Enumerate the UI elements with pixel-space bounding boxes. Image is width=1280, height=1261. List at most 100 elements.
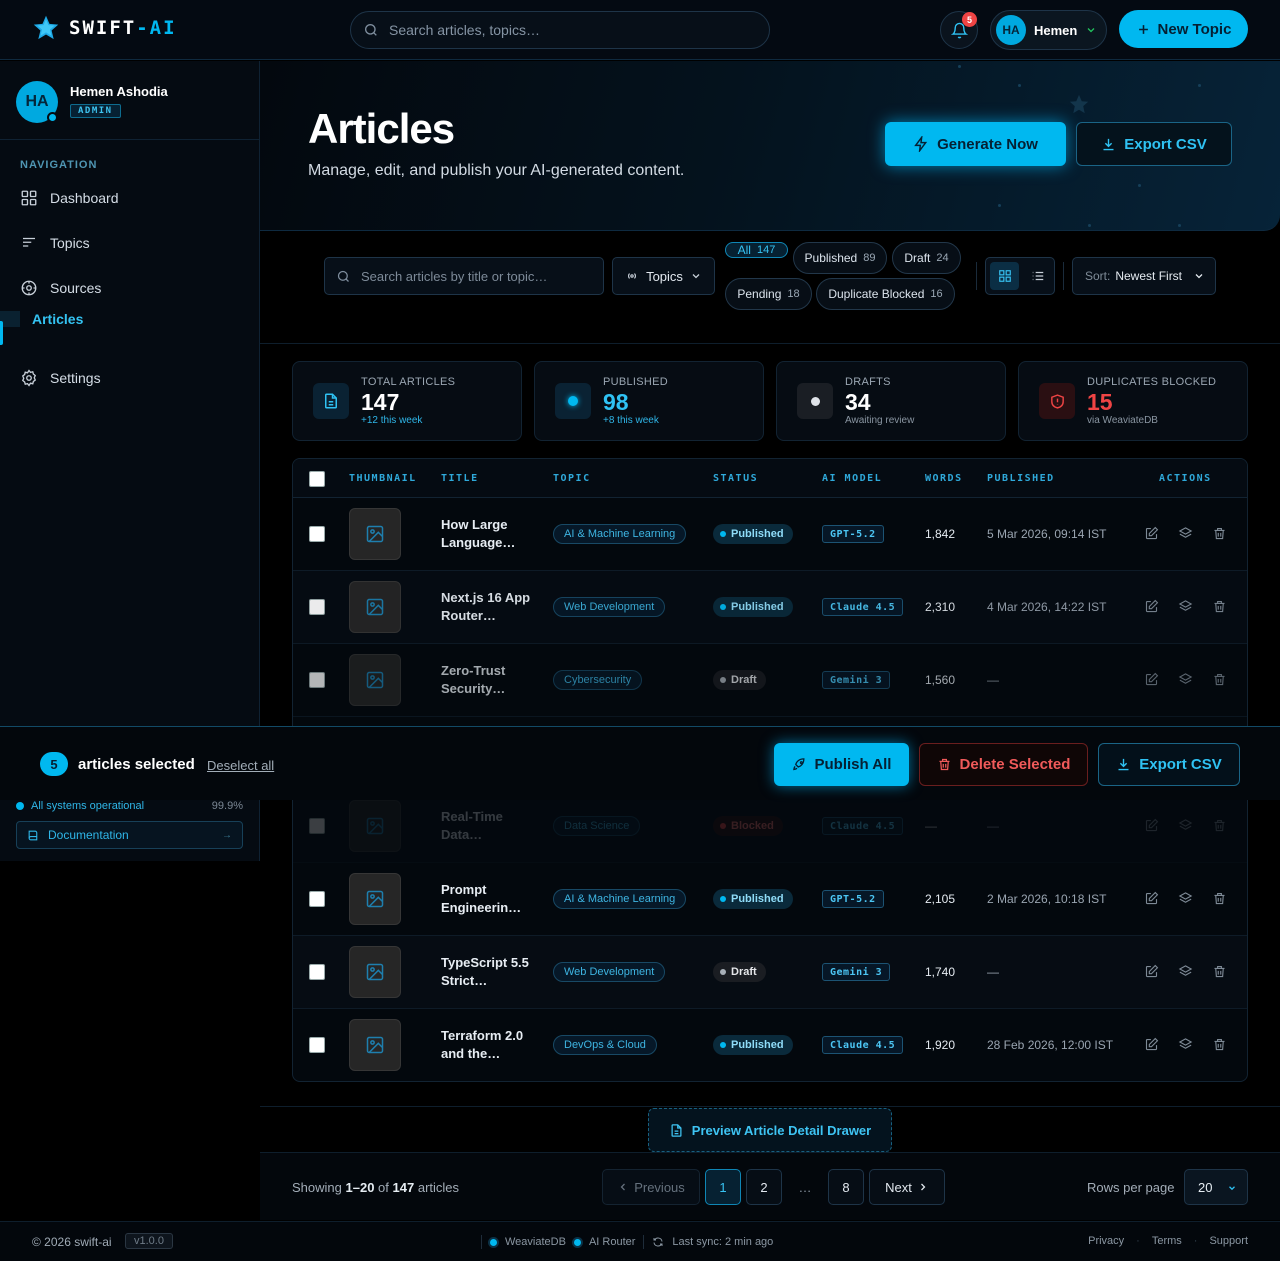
- table-row[interactable]: Real-Time Data… Data Science Blocked Claude…: [293, 790, 1247, 863]
- column-header[interactable]: WORDS: [925, 473, 963, 484]
- layers-icon[interactable]: [1178, 599, 1194, 615]
- article-search-input[interactable]: [361, 268, 601, 284]
- page-button[interactable]: 2: [746, 1169, 782, 1205]
- article-thumbnail[interactable]: [349, 654, 401, 706]
- article-title[interactable]: Zero-Trust Security…: [441, 662, 531, 698]
- export-csv-button[interactable]: Export CSV: [1076, 122, 1232, 166]
- layers-icon[interactable]: [1178, 526, 1194, 542]
- column-header[interactable]: TITLE: [441, 473, 479, 484]
- global-search[interactable]: [350, 11, 770, 49]
- user-menu[interactable]: HA Hemen: [990, 10, 1107, 50]
- deselect-all-link[interactable]: Deselect all: [207, 758, 274, 773]
- sidebar-item-dashboard[interactable]: Dashboard: [0, 176, 260, 220]
- filter-chip-published[interactable]: Published 89: [793, 242, 887, 274]
- layers-icon[interactable]: [1178, 964, 1194, 980]
- trash-icon[interactable]: [1212, 599, 1228, 615]
- article-thumbnail[interactable]: [349, 873, 401, 925]
- notifications-button[interactable]: 5: [940, 11, 978, 49]
- page-button[interactable]: 8: [828, 1169, 864, 1205]
- column-header[interactable]: TOPIC: [553, 473, 591, 484]
- trash-icon[interactable]: [1212, 964, 1228, 980]
- row-checkbox[interactable]: [309, 818, 325, 834]
- table-row[interactable]: Prompt Engineerin… AI & Machine Learning P…: [293, 863, 1247, 936]
- layers-icon[interactable]: [1178, 672, 1194, 688]
- filter-chip-duplicate-blocked[interactable]: Duplicate Blocked 16: [816, 278, 955, 310]
- trash-icon[interactable]: [1212, 526, 1228, 542]
- preview-drawer-button[interactable]: Preview Article Detail Drawer: [648, 1108, 892, 1152]
- article-thumbnail[interactable]: [349, 1019, 401, 1071]
- layers-icon[interactable]: [1178, 891, 1194, 907]
- trash-icon[interactable]: [1212, 891, 1228, 907]
- publish-all-button[interactable]: Publish All: [774, 743, 909, 786]
- generate-now-button[interactable]: Generate Now: [885, 122, 1066, 166]
- article-title[interactable]: Terraform 2.0 and the…: [441, 1027, 531, 1063]
- article-thumbnail[interactable]: [349, 946, 401, 998]
- layers-icon[interactable]: [1178, 818, 1194, 834]
- row-checkbox[interactable]: [309, 891, 325, 907]
- list-view-button[interactable]: [1023, 262, 1052, 290]
- table-row[interactable]: Zero-Trust Security… Cybersecurity Draft Ge…: [293, 644, 1247, 717]
- edit-icon[interactable]: [1144, 891, 1160, 907]
- grid-view-button[interactable]: [990, 262, 1019, 290]
- chevron-right-icon: [920, 1183, 926, 1191]
- global-search-input[interactable]: [389, 22, 749, 38]
- article-thumbnail[interactable]: [349, 581, 401, 633]
- row-checkbox[interactable]: [309, 964, 325, 980]
- filter-chip-draft[interactable]: Draft 24: [892, 242, 961, 274]
- row-checkbox[interactable]: [309, 672, 325, 688]
- article-title[interactable]: Prompt Engineerin…: [441, 881, 531, 917]
- support-link[interactable]: Support: [1209, 1235, 1248, 1247]
- divider: [1063, 262, 1064, 290]
- column-header[interactable]: AI MODEL: [822, 473, 882, 484]
- table-row[interactable]: Terraform 2.0 and the… DevOps & Cloud Publ…: [293, 1009, 1247, 1081]
- article-thumbnail[interactable]: [349, 508, 401, 560]
- filter-chip-pending[interactable]: Pending 18: [725, 278, 812, 310]
- select-all-checkbox[interactable]: [309, 471, 325, 487]
- brand-logo[interactable]: SWIFT-AI: [32, 14, 177, 42]
- layers-icon[interactable]: [1178, 1037, 1194, 1053]
- previous-page-button[interactable]: Previous: [602, 1169, 700, 1205]
- next-page-button[interactable]: Next: [869, 1169, 945, 1205]
- trash-icon[interactable]: [1212, 1037, 1228, 1053]
- column-header[interactable]: STATUS: [713, 473, 758, 484]
- sidebar-item-settings[interactable]: Settings: [0, 356, 260, 400]
- row-checkbox[interactable]: [309, 1037, 325, 1053]
- privacy-link[interactable]: Privacy: [1088, 1235, 1124, 1247]
- edit-icon[interactable]: [1144, 964, 1160, 980]
- sidebar-item-topics[interactable]: Topics: [0, 221, 260, 265]
- preview-section: Preview Article Detail Drawer: [260, 1106, 1280, 1152]
- documentation-link[interactable]: Documentation →: [16, 821, 243, 849]
- terms-link[interactable]: Terms: [1152, 1235, 1182, 1247]
- rows-per-page-select[interactable]: 20: [1184, 1169, 1248, 1205]
- export-selected-csv-button[interactable]: Export CSV: [1098, 743, 1240, 786]
- row-checkbox[interactable]: [309, 526, 325, 542]
- edit-icon[interactable]: [1144, 672, 1160, 688]
- article-title[interactable]: Next.js 16 App Router…: [441, 589, 531, 625]
- table-row[interactable]: Next.js 16 App Router… Web Development Pub…: [293, 571, 1247, 644]
- sidebar-item-sources[interactable]: Sources: [0, 266, 260, 310]
- filter-chip-all[interactable]: All 147: [725, 242, 788, 258]
- table-row[interactable]: TypeScript 5.5 Strict… Web Development Dra…: [293, 936, 1247, 1009]
- row-checkbox[interactable]: [309, 599, 325, 615]
- sort-dropdown[interactable]: Sort: Newest First: [1072, 257, 1216, 295]
- column-header[interactable]: PUBLISHED: [987, 473, 1055, 484]
- edit-icon[interactable]: [1144, 526, 1160, 542]
- chevron-down-icon: [692, 274, 700, 279]
- trash-icon[interactable]: [1212, 818, 1228, 834]
- page-button[interactable]: 1: [705, 1169, 741, 1205]
- article-title[interactable]: How Large Language…: [441, 516, 531, 552]
- article-thumbnail[interactable]: [349, 800, 401, 852]
- article-title[interactable]: Real-Time Data…: [441, 808, 531, 844]
- edit-icon[interactable]: [1144, 1037, 1160, 1053]
- trash-icon[interactable]: [1212, 672, 1228, 688]
- edit-icon[interactable]: [1144, 599, 1160, 615]
- sort-label: Sort:: [1085, 269, 1111, 283]
- article-search[interactable]: [324, 257, 604, 295]
- topics-filter-dropdown[interactable]: Topics: [612, 257, 715, 295]
- new-topic-button[interactable]: New Topic: [1119, 10, 1248, 48]
- sidebar-item-articles[interactable]: Articles 147: [0, 311, 83, 345]
- edit-icon[interactable]: [1144, 818, 1160, 834]
- table-row[interactable]: How Large Language… AI & Machine Learning…: [293, 498, 1247, 571]
- delete-selected-button[interactable]: Delete Selected: [919, 743, 1088, 786]
- article-title[interactable]: TypeScript 5.5 Strict…: [441, 954, 531, 990]
